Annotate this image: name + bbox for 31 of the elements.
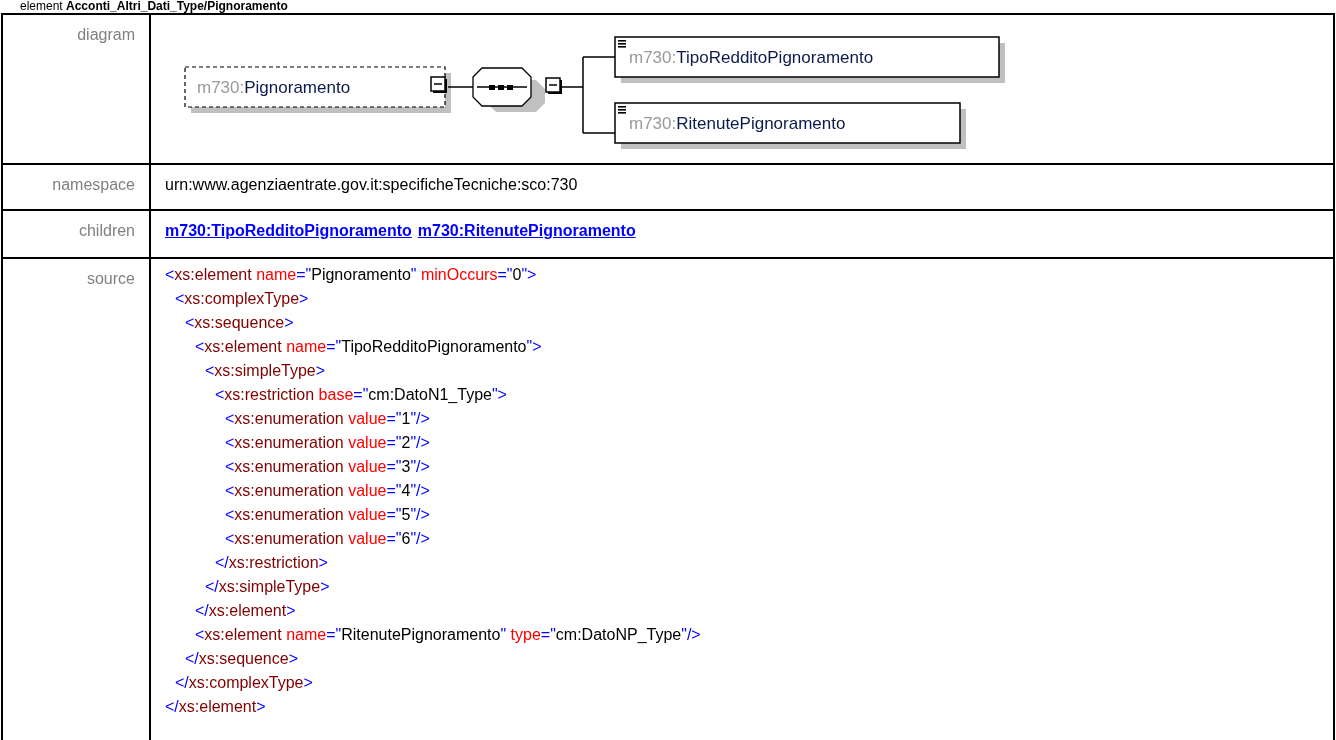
code-line: <xs:element name="RitenutePignoramento" type="cm:DatoNP_Type"/> [194, 625, 701, 645]
code-line: <xs:element name="TipoRedditoPignoramento"> [194, 337, 542, 357]
code-line: <xs:complexType> [174, 289, 309, 309]
code-line: <xs:enumeration value="6"/> [224, 529, 430, 549]
code-line: <xs:enumeration value="4"/> [224, 481, 430, 501]
child-link[interactable]: m730:RitenutePignoramento [417, 222, 636, 239]
row-label: diagram [77, 26, 135, 43]
code-line: </xs:element> [194, 601, 296, 621]
code-line: <xs:enumeration value="2"/> [224, 433, 430, 453]
code-line: </xs:complexType> [174, 673, 313, 693]
page-heading: element Acconti_Altri_Dati_Type/Pignoramento [20, 0, 289, 13]
code-line: <xs:restriction base="cm:DatoN1_Type"> [214, 385, 507, 405]
row-label: children [78, 222, 135, 239]
code-line: <xs:sequence> [184, 313, 294, 333]
code-line: </xs:element> [165, 697, 266, 717]
connector-line [447, 86, 474, 88]
code-line: <xs:element name="Pignoramento" minOccurs="0"> [165, 265, 537, 285]
code-line: </xs:sequence> [184, 649, 298, 669]
row-label: namespace [52, 176, 135, 193]
collapse-icon[interactable] [430, 76, 447, 93]
code-line: <xs:enumeration value="3"/> [224, 457, 430, 477]
code-line: <xs:simpleType> [204, 361, 326, 381]
row-label: source [86, 270, 135, 287]
namespace-value: urn:www.agenziaentrate.gov.it:specificheTecniche:sco:730 [165, 175, 578, 195]
code-line: </xs:restriction> [214, 553, 328, 573]
code-line: <xs:enumeration value="1"/> [224, 409, 430, 429]
code-line: <xs:enumeration value="5"/> [224, 505, 430, 525]
sequence-compositor-icon[interactable] [472, 67, 545, 112]
collapse-icon[interactable] [545, 77, 562, 94]
code-line: </xs:simpleType> [204, 577, 330, 597]
child-link[interactable]: m730:TipoRedditoPignoramento [165, 222, 412, 239]
